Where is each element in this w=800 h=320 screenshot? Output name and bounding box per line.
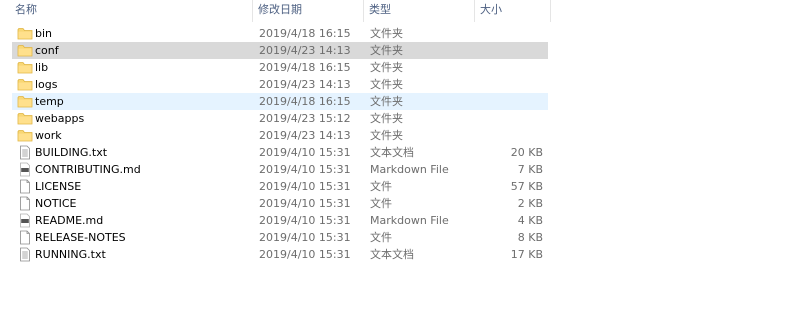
file-name: RUNNING.txt bbox=[35, 248, 106, 261]
file-date-modified: 2019/4/18 16:15 bbox=[259, 27, 351, 40]
blank-file-icon bbox=[17, 196, 33, 211]
file-size: 7 KB bbox=[517, 163, 543, 176]
file-name: NOTICE bbox=[35, 197, 77, 210]
file-type: Markdown File bbox=[370, 214, 449, 227]
file-size: 17 KB bbox=[510, 248, 543, 261]
file-row-building-txt[interactable]: BUILDING.txt 2019/4/10 15:31 文本文档 20 KB bbox=[12, 144, 548, 161]
blank-file-icon bbox=[17, 179, 33, 194]
file-size bbox=[474, 42, 543, 59]
file-type: Markdown File bbox=[370, 163, 449, 176]
file-name: LICENSE bbox=[35, 180, 82, 193]
file-date-modified: 2019/4/23 14:13 bbox=[259, 78, 351, 91]
text-document-icon bbox=[17, 247, 33, 262]
file-name: CONTRIBUTING.md bbox=[35, 163, 141, 176]
file-size: 4 KB bbox=[517, 214, 543, 227]
column-header-name[interactable]: 名称 bbox=[10, 0, 253, 22]
file-size: 8 KB bbox=[517, 231, 543, 244]
markdown-file-icon bbox=[17, 162, 33, 177]
file-date-modified: 2019/4/18 16:15 bbox=[259, 95, 351, 108]
file-size: 2 KB bbox=[517, 197, 543, 210]
folder-icon bbox=[17, 128, 33, 143]
file-row-webapps[interactable]: webapps 2019/4/23 15:12 文件夹 bbox=[12, 110, 548, 127]
markdown-file-icon bbox=[17, 213, 33, 228]
file-explorer-pane: 名称 修改日期 类型 大小 bin 2019/4/18 16:15 文件夹 co… bbox=[0, 0, 800, 320]
sort-ascending-icon bbox=[128, 0, 135, 1]
file-name: temp bbox=[35, 95, 64, 108]
file-name: RELEASE-NOTES bbox=[35, 231, 126, 244]
column-header-bar: 名称 修改日期 类型 大小 bbox=[0, 0, 552, 22]
file-row-release-notes[interactable]: RELEASE-NOTES 2019/4/10 15:31 文件 8 KB bbox=[12, 229, 548, 246]
file-type: 文件夹 bbox=[370, 129, 403, 142]
file-type: 文件 bbox=[370, 180, 392, 193]
file-name: README.md bbox=[35, 214, 104, 227]
file-type: 文件夹 bbox=[370, 78, 403, 91]
file-row-notice[interactable]: NOTICE 2019/4/10 15:31 文件 2 KB bbox=[12, 195, 548, 212]
folder-icon bbox=[17, 111, 33, 126]
file-row-lib[interactable]: lib 2019/4/18 16:15 文件夹 bbox=[12, 59, 548, 76]
file-name: BUILDING.txt bbox=[35, 146, 108, 159]
file-name: conf bbox=[35, 44, 59, 57]
file-type: 文件夹 bbox=[370, 95, 403, 108]
file-row-work[interactable]: work 2019/4/23 14:13 文件夹 bbox=[12, 127, 548, 144]
file-type: 文件夹 bbox=[370, 112, 403, 125]
file-date-modified: 2019/4/10 15:31 bbox=[259, 248, 351, 261]
file-date-modified: 2019/4/23 14:13 bbox=[259, 44, 351, 57]
file-row-license[interactable]: LICENSE 2019/4/10 15:31 文件 57 KB bbox=[12, 178, 548, 195]
file-size bbox=[474, 59, 543, 76]
column-header-date-modified[interactable]: 修改日期 bbox=[253, 0, 364, 22]
file-size bbox=[474, 76, 543, 93]
file-row-readme-md[interactable]: README.md 2019/4/10 15:31 Markdown File … bbox=[12, 212, 548, 229]
file-date-modified: 2019/4/10 15:31 bbox=[259, 231, 351, 244]
file-list: bin 2019/4/18 16:15 文件夹 conf 2019/4/23 1… bbox=[12, 25, 548, 263]
file-row-running-txt[interactable]: RUNNING.txt 2019/4/10 15:31 文本文档 17 KB bbox=[12, 246, 548, 263]
file-type: 文本文档 bbox=[370, 146, 414, 159]
file-name: webapps bbox=[35, 112, 85, 125]
column-header-size[interactable]: 大小 bbox=[475, 0, 551, 22]
file-row-conf[interactable]: conf 2019/4/23 14:13 文件夹 bbox=[12, 42, 548, 59]
file-date-modified: 2019/4/10 15:31 bbox=[259, 146, 351, 159]
file-type: 文件 bbox=[370, 197, 392, 210]
blank-file-icon bbox=[17, 230, 33, 245]
file-size bbox=[474, 110, 543, 127]
file-row-bin[interactable]: bin 2019/4/18 16:15 文件夹 bbox=[12, 25, 548, 42]
file-row-temp[interactable]: temp 2019/4/18 16:15 文件夹 bbox=[12, 93, 548, 110]
file-name: bin bbox=[35, 27, 53, 40]
text-document-icon bbox=[17, 145, 33, 160]
file-size: 57 KB bbox=[510, 180, 543, 193]
column-divider[interactable] bbox=[550, 0, 551, 22]
file-type: 文件夹 bbox=[370, 44, 403, 57]
column-header-type[interactable]: 类型 bbox=[364, 0, 475, 22]
file-type: 文件夹 bbox=[370, 27, 403, 40]
file-date-modified: 2019/4/18 16:15 bbox=[259, 61, 351, 74]
file-date-modified: 2019/4/10 15:31 bbox=[259, 197, 351, 210]
file-date-modified: 2019/4/10 15:31 bbox=[259, 163, 351, 176]
file-size: 20 KB bbox=[510, 146, 543, 159]
file-name: work bbox=[35, 129, 62, 142]
file-date-modified: 2019/4/23 14:13 bbox=[259, 129, 351, 142]
folder-icon bbox=[17, 43, 33, 58]
file-size bbox=[474, 127, 543, 144]
folder-icon bbox=[17, 60, 33, 75]
file-row-logs[interactable]: logs 2019/4/23 14:13 文件夹 bbox=[12, 76, 548, 93]
file-name: lib bbox=[35, 61, 49, 74]
file-name: logs bbox=[35, 78, 58, 91]
file-date-modified: 2019/4/10 15:31 bbox=[259, 214, 351, 227]
folder-icon bbox=[17, 26, 33, 41]
file-size bbox=[474, 93, 543, 110]
file-type: 文件夹 bbox=[370, 61, 403, 74]
file-row-contributing-md[interactable]: CONTRIBUTING.md 2019/4/10 15:31 Markdown… bbox=[12, 161, 548, 178]
file-date-modified: 2019/4/23 15:12 bbox=[259, 112, 351, 125]
file-size bbox=[474, 25, 543, 42]
file-date-modified: 2019/4/10 15:31 bbox=[259, 180, 351, 193]
file-type: 文件 bbox=[370, 231, 392, 244]
folder-icon bbox=[17, 94, 33, 109]
file-type: 文本文档 bbox=[370, 248, 414, 261]
folder-icon bbox=[17, 77, 33, 92]
